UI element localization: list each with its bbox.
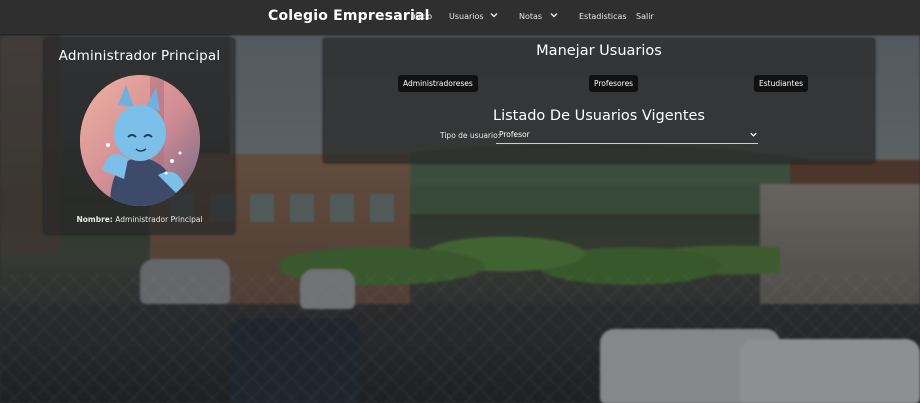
brand-title[interactable]: Colegio Empresarial [268,8,430,24]
nav-item-estadisticas[interactable]: Estadisticas [579,12,627,21]
manage-users-title: Manejar Usuarios [536,43,662,59]
profile-name: Nombre: Administrador Principal [44,215,235,224]
profile-name-label: Nombre: [76,215,113,224]
page: Colegio Empresarial Inicio Usuarios Nota… [0,0,920,403]
user-type-select[interactable]: Profesor [496,127,758,144]
avatar [80,75,200,206]
top-navbar: Colegio Empresarial Inicio Usuarios Nota… [0,0,920,34]
nav-item-salir[interactable]: Salir [636,12,654,21]
profile-title: Administrador Principal [58,48,221,64]
nav-item-usuarios[interactable]: Usuarios [449,12,484,21]
administradores-button[interactable]: Administradoreses [398,75,478,92]
estudiantes-button[interactable]: Estudiantes [754,75,808,92]
profile-name-value: Administrador Principal [115,215,203,224]
chevron-down-icon[interactable] [489,10,499,20]
nav-item-inicio[interactable]: Inicio [411,12,432,21]
manage-users-panel: Manejar Usuarios Administradoreses Profe… [323,38,875,163]
avatar-illustration-icon [80,75,200,206]
chevron-down-icon[interactable] [549,10,559,20]
profile-card: Administrador Principal Nombre: Administ… [44,38,235,234]
user-type-label: Tipo de usuario: [440,131,501,140]
nav-item-notas[interactable]: Notas [519,12,542,21]
listing-title: Listado De Usuarios Vigentes [493,108,705,124]
chevron-down-icon[interactable] [749,130,758,139]
profesores-button[interactable]: Profesores [589,75,639,92]
user-type-selected-value: Profesor [499,130,530,139]
